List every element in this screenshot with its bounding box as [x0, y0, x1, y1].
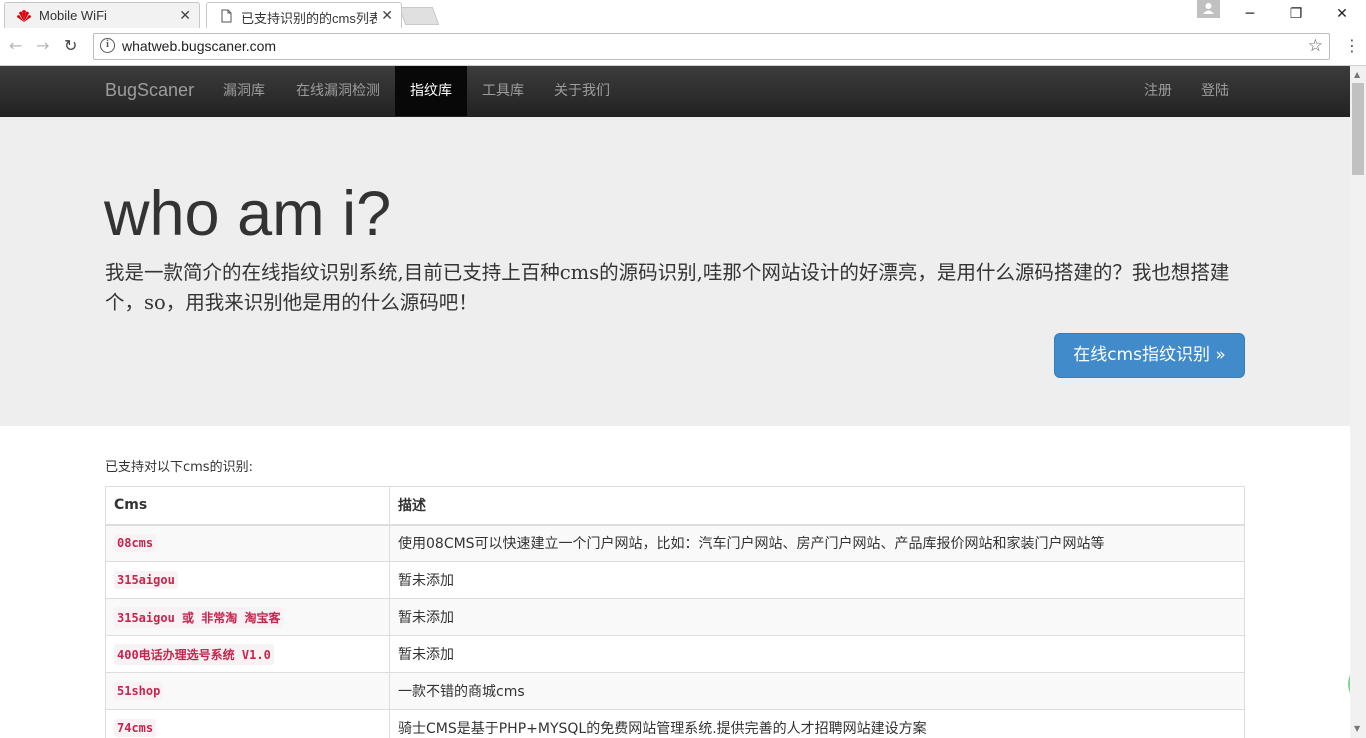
cms-name: 08cms: [114, 534, 157, 553]
column-header-cms: Cms: [105, 486, 390, 526]
table-row: 315aigou 或 非常淘 淘宝客 暂未添加: [105, 598, 1245, 636]
desc-cell: 一款不错的商城cms: [389, 672, 1245, 710]
nav-link-about[interactable]: 关于我们: [539, 66, 625, 116]
cms-name: 315aigou: [114, 571, 178, 589]
cms-name: 74cms: [114, 719, 157, 737]
desc-cell: 使用08CMS可以快速建立一个门户网站，比如：汽车门户网站、房产门户网站、产品库…: [389, 524, 1245, 562]
tab-title: Mobile WiFi: [39, 8, 107, 23]
nav-link-vuln-db[interactable]: 漏洞库: [208, 66, 280, 116]
page-icon: [221, 9, 232, 23]
hero-description: 我是一款简介的在线指纹识别系统,目前已支持上百种cms的源码识别,哇那个网站设计…: [105, 261, 1230, 314]
new-tab-button[interactable]: [398, 7, 440, 25]
support-label: 已支持对以下cms的识别:: [105, 460, 253, 475]
tab-cms-list[interactable]: 已支持识别的的cms列表 ✕: [206, 2, 402, 28]
cms-cell: 315aigou 或 非常淘 淘宝客: [105, 598, 390, 636]
cms-cell: 400电话办理选号系统 V1.0: [105, 635, 390, 673]
cms-table: Cms 描述 08cms 使用08CMS可以快速建立一个门户网站，比如：汽车门户…: [105, 486, 1245, 738]
hero-title: who am i?: [104, 179, 392, 249]
scroll-down-icon[interactable]: ▼: [1354, 724, 1360, 733]
table-row: 315aigou 暂未添加: [105, 561, 1245, 599]
table-row: 400电话办理选号系统 V1.0 暂未添加: [105, 635, 1245, 673]
menu-dots-icon[interactable]: ⋮: [1344, 36, 1360, 55]
scrollbar-thumb[interactable]: [1352, 83, 1364, 175]
hero-section: who am i? 我是一款简介的在线指纹识别系统,目前已支持上百种cms的源码…: [0, 117, 1350, 426]
cms-cell: 315aigou: [105, 561, 390, 599]
nav-link-online-scan[interactable]: 在线漏洞检测: [281, 66, 395, 116]
site-navbar: BugScaner 漏洞库 在线漏洞检测 指纹库 工具库 关于我们 注册 登陆: [0, 66, 1350, 117]
cms-name: 51shop: [114, 682, 164, 700]
nav-link-fingerprint[interactable]: 指纹库: [395, 66, 467, 116]
cms-cell: 51shop: [105, 672, 390, 710]
window-close-icon[interactable]: ✕: [1319, 2, 1365, 26]
back-arrow-icon[interactable]: ←: [9, 36, 22, 55]
page-viewport: BugScaner 漏洞库 在线漏洞检测 指纹库 工具库 关于我们 注册 登陆 …: [0, 66, 1350, 738]
reload-icon[interactable]: ↻: [64, 36, 77, 55]
table-row: 51shop 一款不错的商城cms: [105, 672, 1245, 710]
nav-link-tools[interactable]: 工具库: [467, 66, 539, 116]
cms-name: 315aigou 或 非常淘 淘宝客: [114, 606, 284, 628]
column-header-desc: 描述: [389, 486, 1245, 526]
cms-cell: 74cms: [105, 709, 390, 738]
close-icon[interactable]: ✕: [381, 8, 393, 24]
brand-logo[interactable]: BugScaner: [105, 80, 194, 101]
tab-title: 已支持识别的的cms列表: [241, 11, 377, 26]
desc-cell: 暂未添加: [389, 561, 1245, 599]
table-row: 08cms 使用08CMS可以快速建立一个门户网站，比如：汽车门户网站、房产门户…: [105, 524, 1245, 562]
online-fingerprint-button[interactable]: 在线cms指纹识别 »: [1054, 333, 1245, 378]
nav-link-register[interactable]: 注册: [1129, 66, 1187, 116]
desc-cell: 暂未添加: [389, 598, 1245, 636]
cms-name: 400电话办理选号系统 V1.0: [114, 643, 274, 665]
info-icon[interactable]: i: [100, 38, 115, 53]
url-text[interactable]: whatweb.bugscaner.com: [122, 38, 276, 54]
forward-arrow-icon[interactable]: →: [36, 36, 49, 55]
huawei-logo-icon: [17, 10, 31, 22]
desc-cell: 暂未添加: [389, 635, 1245, 673]
table-header-row: Cms 描述: [105, 486, 1245, 526]
address-bar[interactable]: i whatweb.bugscaner.com ☆: [93, 33, 1330, 60]
bookmark-star-icon[interactable]: ☆: [1308, 36, 1323, 56]
tab-mobile-wifi[interactable]: Mobile WiFi ✕: [4, 2, 200, 28]
nav-link-login[interactable]: 登陆: [1186, 66, 1244, 116]
desc-cell: 骑士CMS是基于PHP+MYSQL的免费网站管理系统.提供完善的人才招聘网站建设…: [389, 709, 1245, 738]
close-icon[interactable]: ✕: [179, 8, 191, 24]
vertical-scrollbar[interactable]: ▲ ▼: [1350, 66, 1366, 738]
table-row: 74cms 骑士CMS是基于PHP+MYSQL的免费网站管理系统.提供完善的人才…: [105, 709, 1245, 738]
browser-toolbar: ← → ↻ i whatweb.bugscaner.com ☆ ⋮: [0, 28, 1366, 66]
restore-icon[interactable]: ❐: [1273, 2, 1319, 26]
minimize-icon[interactable]: ─: [1227, 2, 1273, 26]
cms-cell: 08cms: [105, 524, 390, 562]
browser-tabstrip: Mobile WiFi ✕ 已支持识别的的cms列表 ✕ ─ ❐ ✕: [0, 0, 1366, 28]
profile-avatar-icon[interactable]: [1197, 0, 1220, 18]
scroll-up-icon[interactable]: ▲: [1354, 70, 1360, 79]
